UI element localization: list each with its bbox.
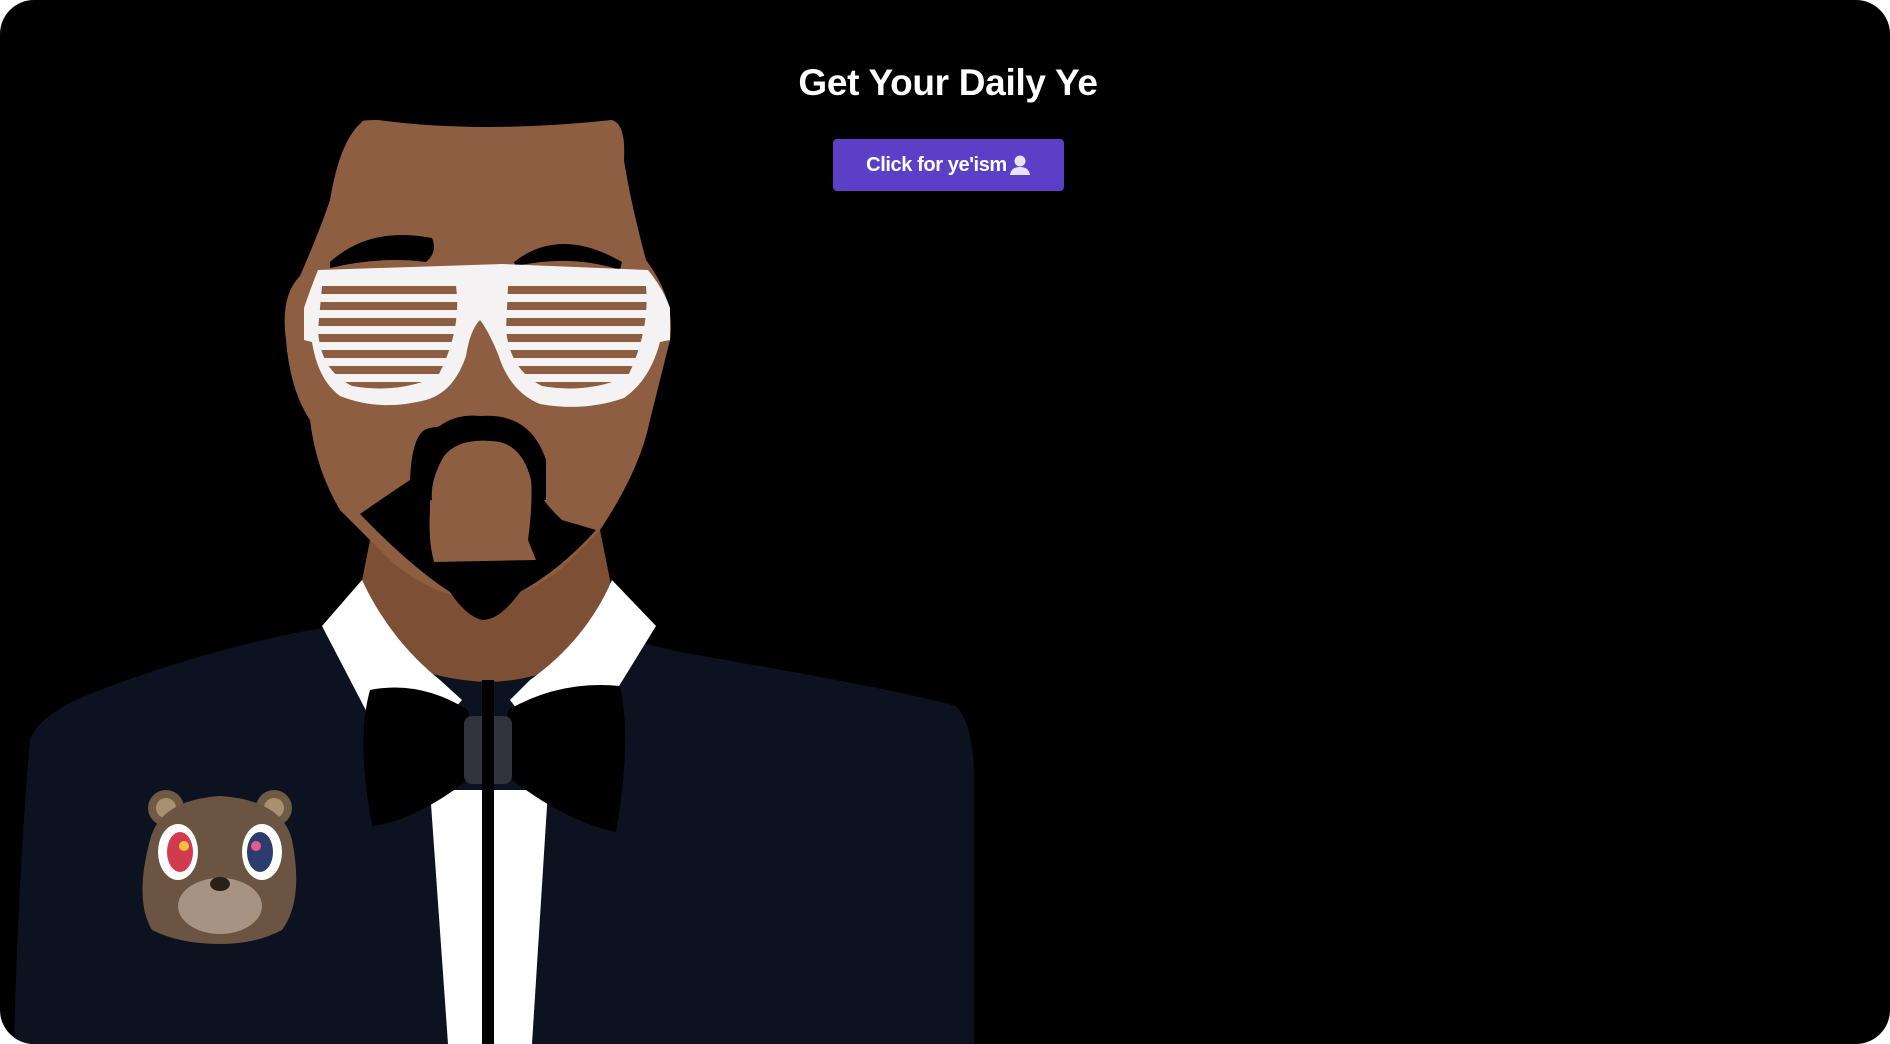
page-title: Get Your Daily Ye xyxy=(798,62,1098,103)
app-frame: Get Your Daily Ye Click for ye'ism xyxy=(0,0,1890,1044)
person-icon xyxy=(1009,155,1030,175)
yeism-button[interactable]: Click for ye'ism xyxy=(833,139,1064,191)
goatee-inner xyxy=(429,436,536,562)
yeism-button-label: Click for ye'ism xyxy=(866,153,1007,176)
bear-pin xyxy=(142,790,297,944)
